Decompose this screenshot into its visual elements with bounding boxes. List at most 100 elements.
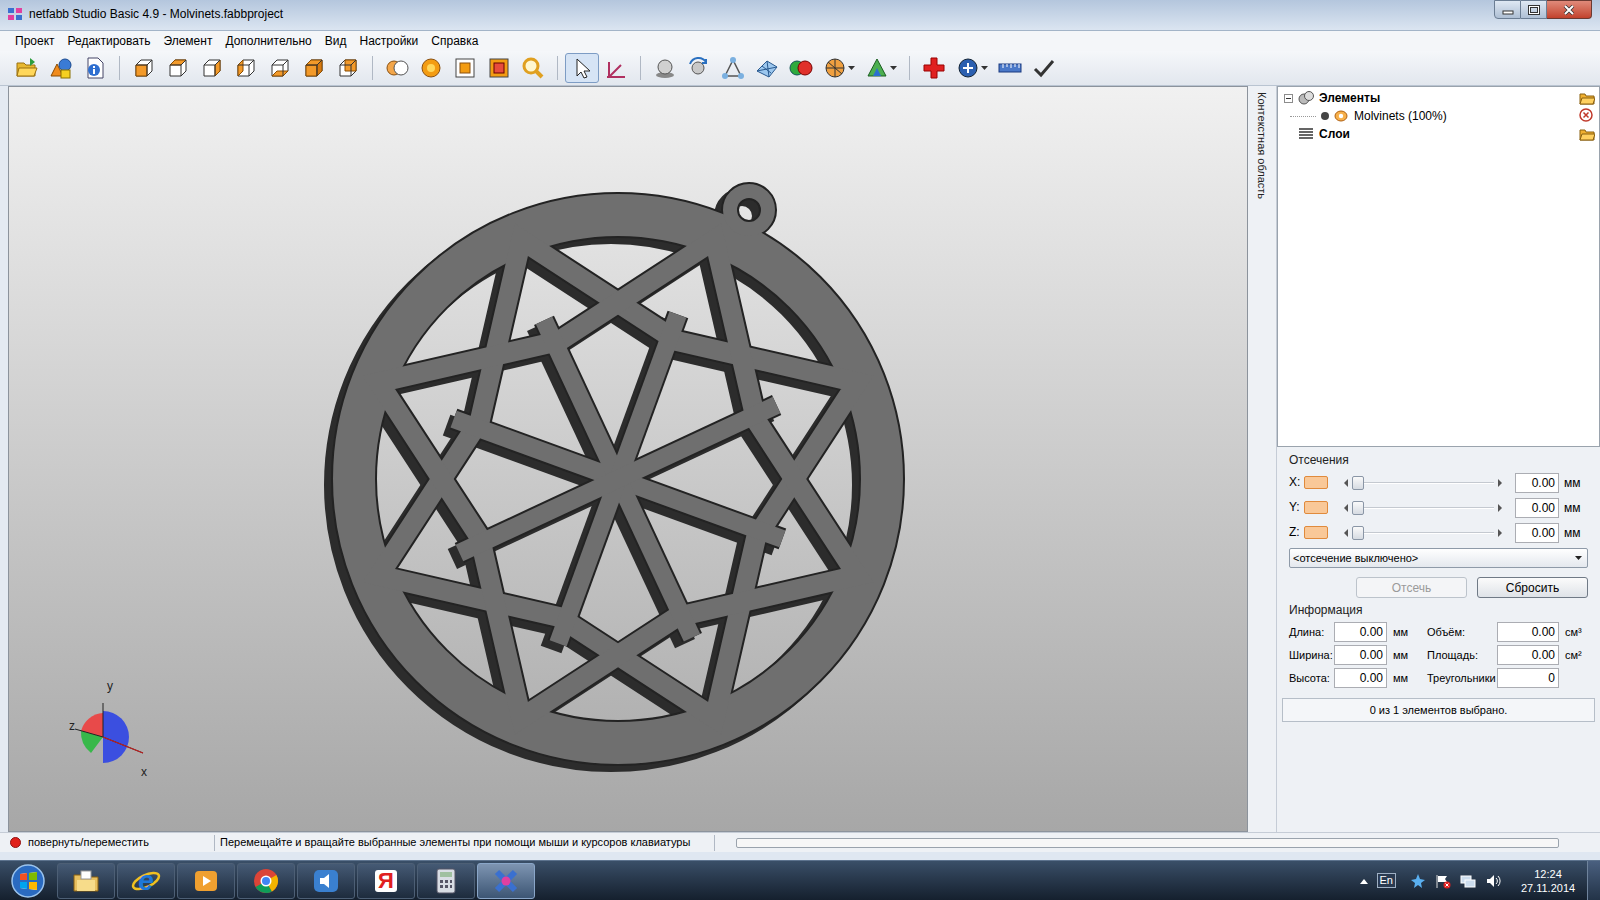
menu-item[interactable]: Настройки (353, 32, 424, 50)
toolbar-button[interactable] (195, 53, 229, 83)
show-hidden-icon[interactable] (1359, 877, 1369, 885)
slider-thumb[interactable] (1352, 501, 1364, 515)
close-button[interactable] (1547, 0, 1592, 19)
info-label: Длина: (1289, 625, 1334, 639)
taskbar-app[interactable] (177, 863, 235, 899)
volume-icon[interactable] (1485, 873, 1501, 889)
toolbar-button[interactable] (1027, 53, 1061, 83)
action-center-icon[interactable] (1435, 873, 1451, 889)
toolbar-button[interactable] (917, 53, 951, 83)
info-title: Информация (1289, 603, 1588, 618)
toolbar-button[interactable] (599, 53, 633, 83)
slider-right-icon[interactable] (1497, 504, 1503, 512)
tree-label[interactable]: Molvinets (100%) (1354, 108, 1447, 124)
clock-time: 12:24 (1534, 867, 1562, 881)
taskbar-app[interactable] (417, 863, 475, 899)
menu-item[interactable]: Справка (425, 32, 484, 50)
toolbar-button[interactable] (682, 53, 716, 83)
slider-right-icon[interactable] (1497, 479, 1503, 487)
info-label: Площадь: (1427, 648, 1497, 662)
axis-color-swatch[interactable] (1304, 476, 1328, 489)
slider-thumb[interactable] (1352, 476, 1364, 490)
cut-slider[interactable] (1340, 500, 1506, 516)
remove-icon[interactable] (1579, 108, 1595, 124)
clock[interactable]: 12:2427.11.2014 (1515, 867, 1581, 895)
visibility-dot[interactable] (1321, 112, 1329, 120)
toolbar-button[interactable] (951, 53, 993, 83)
tree-row[interactable]: Molvinets (100%) (1278, 107, 1599, 125)
language-indicator[interactable]: En (1377, 873, 1396, 888)
cut-value-field[interactable]: 0.00 (1515, 498, 1559, 518)
cut-mode-dropdown[interactable]: <отсечение выключено> (1289, 548, 1588, 568)
toolbar-button[interactable] (10, 53, 44, 83)
slider-left-icon[interactable] (1343, 479, 1349, 487)
context-tab[interactable]: Контекстная область (1248, 86, 1277, 832)
dropbox-icon[interactable] (1410, 873, 1426, 889)
toolbar-button[interactable] (565, 53, 599, 83)
slider-left-icon[interactable] (1343, 529, 1349, 537)
menu-item[interactable]: Дополнительно (219, 32, 317, 50)
toolbar-button[interactable] (229, 53, 263, 83)
menu-item[interactable]: Проект (9, 32, 61, 50)
start-button[interactable] (0, 861, 56, 900)
viewport[interactable]: yzx (8, 86, 1248, 832)
toolbar-button[interactable] (44, 53, 78, 83)
expand-toggle[interactable] (1284, 94, 1293, 103)
toolbar-button[interactable] (78, 53, 112, 83)
toolbar-button[interactable] (716, 53, 750, 83)
folder-icon[interactable] (1579, 90, 1595, 106)
minimize-button[interactable] (1494, 0, 1521, 19)
cut-slider[interactable] (1340, 525, 1506, 541)
slider-thumb[interactable] (1352, 526, 1364, 540)
menu-item[interactable]: Редактировать (62, 32, 157, 50)
toolbar-button[interactable] (784, 53, 818, 83)
toolbar-button[interactable] (414, 53, 448, 83)
pendant-model[interactable] (9, 87, 1248, 832)
tool-icon (570, 56, 594, 80)
tree-label[interactable]: Слои (1319, 126, 1350, 142)
taskbar-app[interactable] (237, 863, 295, 899)
tree-row[interactable]: Элементы (1278, 89, 1599, 107)
toolbar-button[interactable] (482, 53, 516, 83)
axis-color-swatch[interactable] (1304, 501, 1328, 514)
tool-icon (604, 56, 628, 80)
axis-color-swatch[interactable] (1304, 526, 1328, 539)
taskbar-app[interactable] (477, 863, 535, 899)
toolbar-button[interactable] (127, 53, 161, 83)
show-desktop-button[interactable] (1587, 861, 1600, 900)
app-glyph: Я (371, 866, 401, 896)
slider-left-icon[interactable] (1343, 504, 1349, 512)
toolbar-button[interactable] (648, 53, 682, 83)
toolbar-button[interactable] (331, 53, 365, 83)
menu-item[interactable]: Элемент (157, 32, 218, 50)
cut-value-field[interactable]: 0.00 (1515, 523, 1559, 543)
toolbar-button[interactable] (860, 53, 902, 83)
taskbar-app[interactable] (57, 863, 115, 899)
menu-item[interactable]: Вид (319, 32, 353, 50)
cut-slider[interactable] (1340, 475, 1506, 491)
toolbar-button[interactable] (297, 53, 331, 83)
cut-value-field[interactable]: 0.00 (1515, 473, 1559, 493)
toolbar-button[interactable] (380, 53, 414, 83)
taskbar-app[interactable]: e (117, 863, 175, 899)
tree-label[interactable]: Элементы (1319, 90, 1380, 106)
cut-row: X:0.00мм (1289, 470, 1588, 495)
folder-icon[interactable] (1579, 126, 1595, 142)
progress-bar (736, 838, 1559, 848)
toolbar-button[interactable] (818, 53, 860, 83)
axis-label: Y: (1289, 500, 1303, 515)
toolbar-button[interactable] (516, 53, 550, 83)
toolbar-button[interactable] (448, 53, 482, 83)
toolbar-button[interactable] (161, 53, 195, 83)
taskbar-app[interactable] (297, 863, 355, 899)
tree-row[interactable]: Слои (1278, 125, 1599, 143)
toolbar-button[interactable] (263, 53, 297, 83)
network-icon[interactable] (1460, 873, 1476, 889)
cuts-group: ОтсеченияX:0.00ммY:0.00ммZ:0.00мм<отсече… (1277, 447, 1600, 598)
toolbar-button[interactable] (993, 53, 1027, 83)
cut-button[interactable]: Сбросить (1477, 577, 1588, 598)
toolbar-button[interactable] (750, 53, 784, 83)
slider-right-icon[interactable] (1497, 529, 1503, 537)
maximize-button[interactable] (1521, 0, 1547, 19)
taskbar-app[interactable]: Я (357, 863, 415, 899)
